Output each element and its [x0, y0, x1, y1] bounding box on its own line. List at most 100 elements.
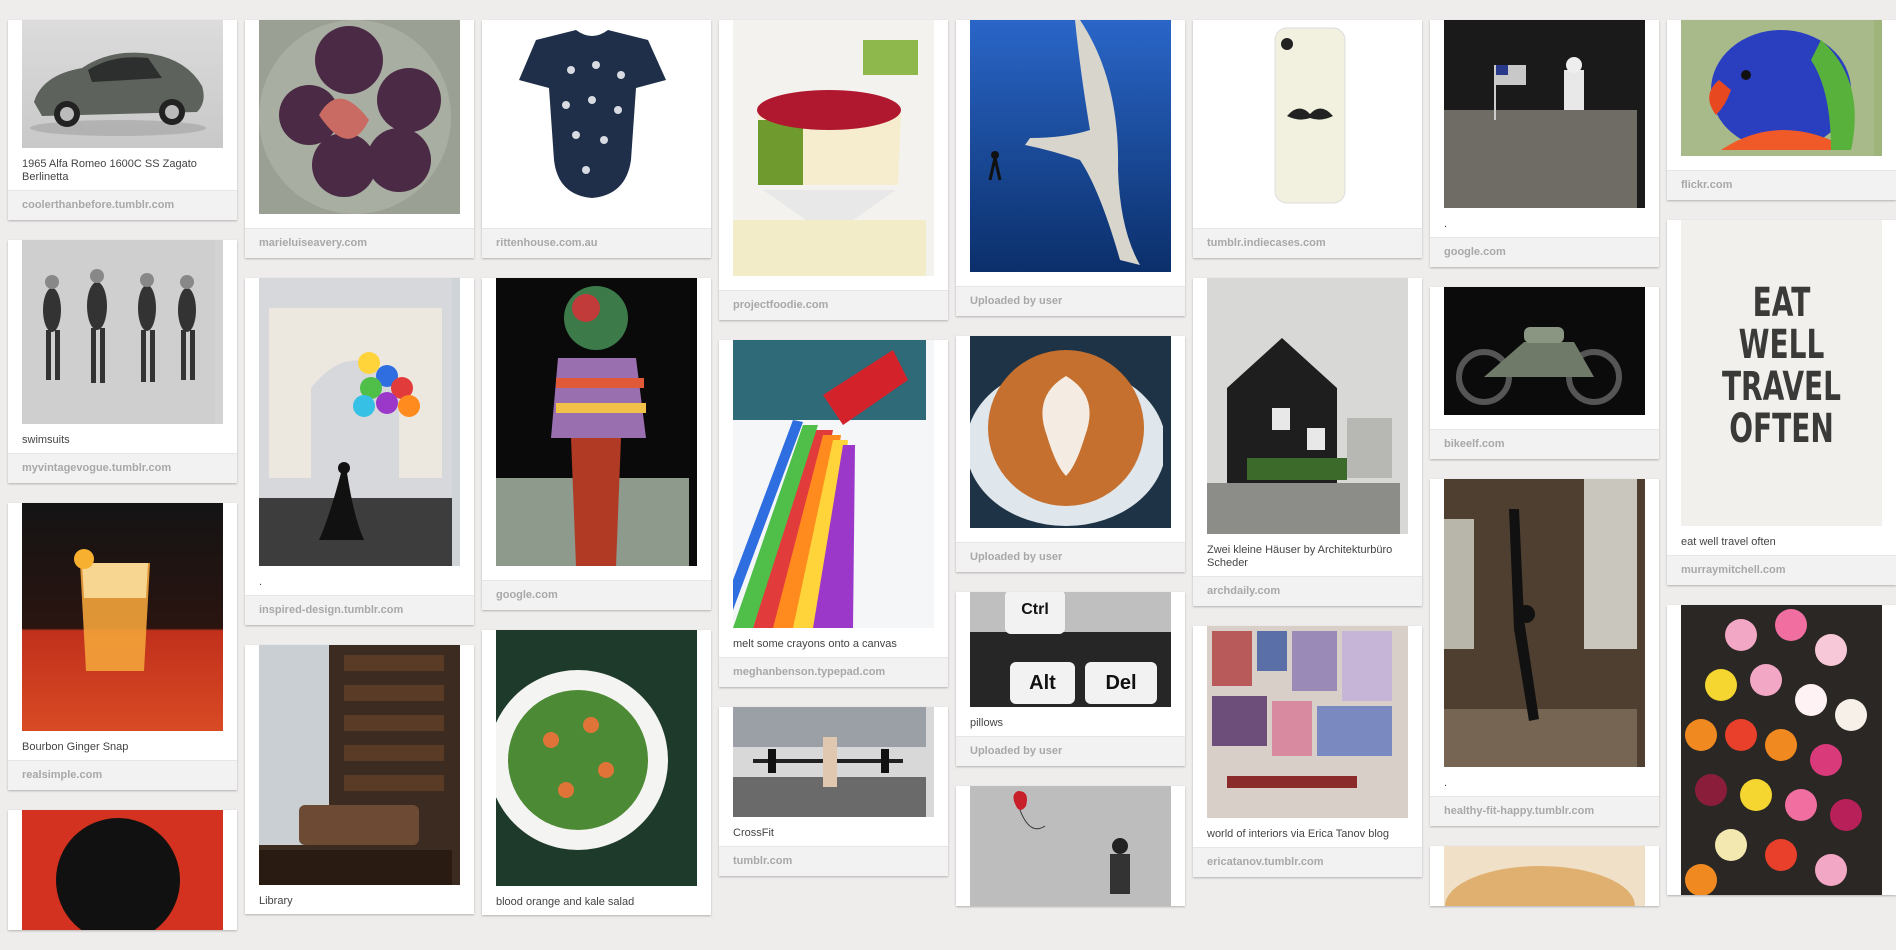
pin-description: world of interiors via Erica Tanov blog: [1207, 828, 1389, 840]
pin-image[interactable]: [22, 20, 223, 148]
pin-card[interactable]: . inspired-design.tumblr.com: [245, 278, 474, 625]
pin-image[interactable]: [496, 20, 697, 214]
poster-line: EAT: [1752, 280, 1811, 326]
pin-card[interactable]: [1430, 846, 1659, 906]
pin-description: .: [1444, 218, 1448, 230]
pin-description: melt some crayons onto a canvas: [733, 638, 897, 650]
pin-card[interactable]: [1667, 605, 1896, 895]
pin-description: blood orange and kale salad: [496, 896, 635, 908]
library-room-image: [259, 645, 452, 885]
pin-card[interactable]: flickr.com: [1667, 20, 1896, 200]
pin-source-link[interactable]: ericatanov.tumblr.com: [1193, 847, 1422, 877]
pin-source-link[interactable]: bikeelf.com: [1430, 429, 1659, 459]
pin-image[interactable]: [259, 278, 460, 566]
pin-image[interactable]: [970, 786, 1171, 906]
pin-image[interactable]: [970, 20, 1171, 272]
fluffy-animal-image: [1445, 866, 1635, 906]
pin-image[interactable]: [22, 240, 223, 424]
pin-column: flickr.com EAT WELL TRAVEL OFTEN eat wel…: [1667, 6, 1896, 915]
ballet-stretch-image: [1444, 479, 1637, 767]
pin-card[interactable]: [956, 786, 1185, 906]
pin-source-link[interactable]: realsimple.com: [8, 760, 237, 790]
pin-description: Bourbon Ginger Snap: [22, 741, 129, 753]
pin-description: Library: [259, 895, 293, 907]
pin-image[interactable]: [1207, 20, 1408, 214]
pin-image[interactable]: [1444, 846, 1645, 906]
vintage-motorcycle-image: [1456, 327, 1622, 405]
pin-card[interactable]: projectfoodie.com: [719, 20, 948, 320]
pin-card[interactable]: world of interiors via Erica Tanov blog …: [1193, 626, 1422, 877]
pin-image[interactable]: [1681, 605, 1882, 895]
pin-image[interactable]: [1444, 287, 1645, 415]
pin-source-link[interactable]: healthy-fit-happy.tumblr.com: [1430, 796, 1659, 826]
pin-source-link[interactable]: Uploaded by user: [956, 736, 1185, 766]
poster-line: WELL: [1738, 322, 1825, 368]
pin-card[interactable]: Uploaded by user: [956, 336, 1185, 572]
pin-card[interactable]: Ctrl Alt Del pillows Uploaded by user: [956, 592, 1185, 766]
pin-card[interactable]: bikeelf.com: [1430, 287, 1659, 459]
pin-source-link[interactable]: flickr.com: [1667, 170, 1896, 200]
pin-card[interactable]: CrossFit tumblr.com: [719, 707, 948, 876]
pin-image[interactable]: [733, 707, 934, 817]
fashion-runway-image: [496, 286, 689, 566]
pin-card[interactable]: . healthy-fit-happy.tumblr.com: [1430, 479, 1659, 826]
pin-card[interactable]: Uploaded by user: [956, 20, 1185, 316]
pin-column: projectfoodie.com melt some crayons onto…: [719, 6, 948, 896]
pin-image[interactable]: [259, 20, 460, 214]
pin-source-link[interactable]: tumblr.com: [719, 846, 948, 876]
pin-card[interactable]: EAT WELL TRAVEL OFTEN eat well travel of…: [1667, 220, 1896, 585]
pin-source-link[interactable]: google.com: [482, 580, 711, 610]
pin-card[interactable]: Library: [245, 645, 474, 914]
pin-card[interactable]: 1965 Alfa Romeo 1600C SS Zagato Berlinet…: [8, 20, 237, 220]
pin-image[interactable]: [496, 278, 697, 566]
kale-salad-image: [496, 670, 668, 850]
pin-image[interactable]: [970, 336, 1171, 528]
pin-card[interactable]: [8, 810, 237, 930]
pin-image[interactable]: [1444, 20, 1645, 208]
pin-description: .: [1444, 777, 1448, 789]
pin-image[interactable]: [1207, 626, 1408, 818]
pin-card[interactable]: google.com: [482, 278, 711, 610]
pin-source-link[interactable]: marieluiseavery.com: [245, 228, 474, 258]
pin-source-link[interactable]: meghanbenson.typepad.com: [719, 657, 948, 687]
poster-line: TRAVEL: [1721, 364, 1842, 410]
pin-image[interactable]: [733, 340, 934, 628]
pin-description: pillows: [970, 717, 1004, 729]
pin-image[interactable]: [1444, 479, 1645, 767]
latte-art-image: [970, 350, 1166, 526]
pin-source-link[interactable]: coolerthanbefore.tumblr.com: [8, 190, 237, 220]
pin-column: 1965 Alfa Romeo 1600C SS Zagato Berlinet…: [8, 6, 237, 950]
pin-image[interactable]: [1207, 278, 1408, 534]
pin-image[interactable]: [22, 810, 223, 930]
interior-mood-board-image: [1212, 631, 1392, 788]
pin-card[interactable]: . google.com: [1430, 20, 1659, 267]
pin-description: CrossFit: [733, 827, 774, 839]
pin-card[interactable]: blood orange and kale salad: [482, 630, 711, 915]
pin-image[interactable]: [733, 20, 934, 276]
pin-image[interactable]: [22, 503, 223, 731]
pin-source-link[interactable]: inspired-design.tumblr.com: [245, 595, 474, 625]
pin-image[interactable]: Ctrl Alt Del: [970, 592, 1171, 707]
pin-source-link[interactable]: murraymitchell.com: [1667, 555, 1896, 585]
pin-source-link[interactable]: tumblr.indiecases.com: [1193, 228, 1422, 258]
pin-card[interactable]: rittenhouse.com.au: [482, 20, 711, 258]
pin-source-link[interactable]: Uploaded by user: [956, 286, 1185, 316]
arch-balloons-image: [259, 278, 452, 566]
pin-image[interactable]: EAT WELL TRAVEL OFTEN: [1681, 220, 1882, 526]
pin-source-link[interactable]: Uploaded by user: [956, 542, 1185, 572]
pin-card[interactable]: melt some crayons onto a canvas meghanbe…: [719, 340, 948, 687]
pin-card[interactable]: tumblr.indiecases.com: [1193, 20, 1422, 258]
pin-source-link[interactable]: google.com: [1430, 237, 1659, 267]
pin-card[interactable]: marieluiseavery.com: [245, 20, 474, 258]
pin-source-link[interactable]: archdaily.com: [1193, 576, 1422, 606]
poster-line: OFTEN: [1729, 406, 1834, 452]
pin-source-link[interactable]: projectfoodie.com: [719, 290, 948, 320]
pin-source-link[interactable]: rittenhouse.com.au: [482, 228, 711, 258]
pin-source-link[interactable]: myvintagevogue.tumblr.com: [8, 453, 237, 483]
pin-image[interactable]: [496, 630, 697, 886]
pin-image[interactable]: [259, 645, 460, 885]
pin-card[interactable]: swimsuits myvintagevogue.tumblr.com: [8, 240, 237, 483]
pin-card[interactable]: Bourbon Ginger Snap realsimple.com: [8, 503, 237, 790]
pin-card[interactable]: Zwei kleine Häuser by Architekturbüro Sc…: [1193, 278, 1422, 606]
pin-image[interactable]: [1681, 20, 1882, 156]
